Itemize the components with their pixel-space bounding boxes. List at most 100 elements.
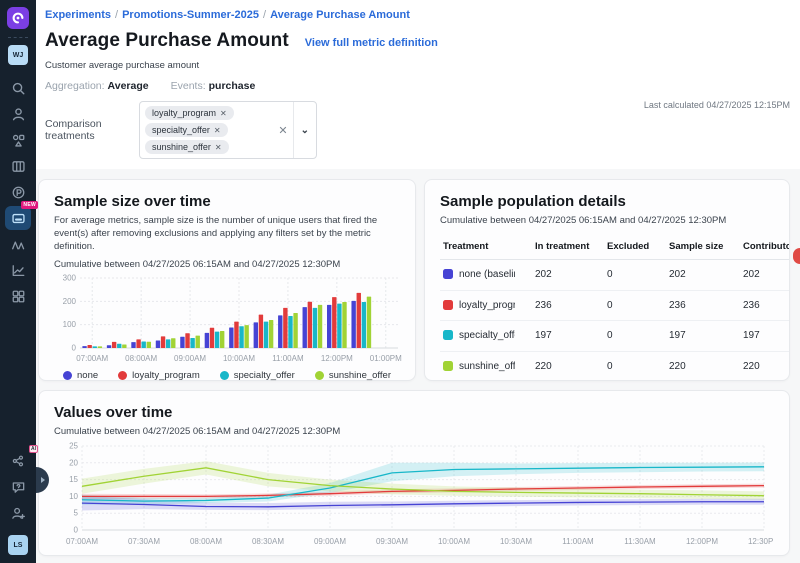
app-window: WJ NEW AI [0,0,800,563]
legend-dot [63,371,72,380]
new-badge: NEW [21,201,38,209]
events-value: purchase [209,80,256,92]
chip-remove-icon[interactable]: ✕ [215,143,222,152]
table-cell: 236 [740,290,790,321]
breadcrumb-separator: / [263,9,266,21]
content-area: Sample size over time For average metric… [36,169,800,563]
comparison-treatments-label: Comparison treatments [45,118,133,142]
table-cell: 0 [604,290,666,321]
breadcrumb: Experiments / Promotions-Summer-2025 / Avera… [45,9,790,21]
table-row: loyalty_program2360236236 [440,290,790,321]
table-cell: 0 [604,260,666,291]
table-cell: 220 [666,351,740,381]
legend-item: loyalty_program [118,370,200,381]
sample-size-title: Sample size over time [54,193,400,210]
table-row: none (baseline)2020202202 [440,260,790,291]
legend-label: loyalty_program [132,370,200,381]
treatment-chip[interactable]: sunshine_offer✕ [145,140,229,154]
legend-dot [315,371,324,380]
table-cell: 202 [740,260,790,291]
sample-size-cumulative: Cumulative between 04/27/2025 06:15AM an… [54,259,400,270]
bar-chart-legend: noneloyalty_programspecialty_offersunshi… [54,370,400,381]
support-chat-icon[interactable] [4,474,32,500]
svg-text:12:30PM: 12:30PM [748,537,774,546]
legend-item: none [63,370,98,381]
svg-text:08:00AM: 08:00AM [190,537,222,546]
svg-text:25: 25 [69,442,78,451]
table-header: In treatment [532,235,604,260]
svg-text:12:00PM: 12:00PM [686,537,718,546]
svg-text:11:00AM: 11:00AM [272,354,304,363]
user-avatar[interactable]: LS [8,535,28,555]
treatments-multiselect[interactable]: loyalty_program✕ specialty_offer✕ sunshine… [139,101,317,159]
svg-text:0: 0 [74,526,79,535]
treatment-chip[interactable]: specialty_offer✕ [145,123,228,137]
breadcrumb-item[interactable]: Average Purchase Amount [270,9,410,21]
workspace-avatar[interactable]: WJ [8,45,28,65]
svg-text:08:30AM: 08:30AM [252,537,284,546]
svg-text:10:00AM: 10:00AM [438,537,470,546]
table-cell: 0 [604,321,666,352]
table-header: Excluded [604,235,666,260]
clear-all-icon[interactable]: ✕ [273,102,292,158]
search-icon[interactable] [4,75,32,101]
svg-text:01:00PM: 01:00PM [370,354,402,363]
statsig-logo-icon[interactable] [7,7,29,29]
legend-item: specialty_offer [220,370,295,381]
svg-text:300: 300 [63,274,77,283]
table-cell: 197 [740,321,790,352]
treatment-chip[interactable]: loyalty_program✕ [145,106,234,120]
events-label: Events: [171,80,206,92]
svg-text:200: 200 [63,297,77,306]
aggregation-row: Aggregation:AverageEvents:purchase [45,80,790,92]
table-cell: 220 [532,351,604,381]
svg-text:10:30AM: 10:30AM [500,537,532,546]
experiments-icon[interactable] [4,231,32,257]
breadcrumb-item[interactable]: Experiments [45,9,111,21]
table-cell: 202 [532,260,604,291]
datasets-columns-icon[interactable] [4,153,32,179]
view-metric-definition-link[interactable]: View full metric definition [305,37,438,49]
treatment-name: loyalty_program [459,300,515,311]
treatment-color-swatch [443,330,453,340]
apps-grid-icon[interactable] [4,283,32,309]
svg-text:15: 15 [69,475,78,484]
table-cell: 236 [666,290,740,321]
svg-text:09:30AM: 09:30AM [376,537,408,546]
table-cell: 236 [532,290,604,321]
treatment-chips: loyalty_program✕ specialty_offer✕ sunshine… [140,102,273,158]
chevron-down-icon[interactable]: ⌄ [293,102,316,158]
invite-user-icon[interactable] [4,500,32,526]
table-header: Sample size [666,235,740,260]
feature-gates-icon[interactable] [4,127,32,153]
population-title: Sample population details [440,193,774,210]
svg-text:20: 20 [69,458,78,467]
chip-remove-icon[interactable]: ✕ [214,126,221,135]
svg-text:10: 10 [69,492,78,501]
metrics-chart-icon[interactable] [4,257,32,283]
sample-size-description: For average metrics, sample size is the … [54,215,390,253]
values-title: Values over time [54,404,774,421]
breadcrumb-item[interactable]: Promotions-Summer-2025 [122,9,259,21]
ai-assistant-icon[interactable]: AI [4,448,32,474]
svg-text:5: 5 [74,509,79,518]
svg-text:08:00AM: 08:00AM [125,354,157,363]
page-title: Average Purchase Amount [45,30,289,52]
users-icon[interactable] [4,101,32,127]
svg-text:100: 100 [63,321,77,330]
feedback-tab[interactable] [793,248,800,264]
population-cumulative: Cumulative between 04/27/2025 06:15AM an… [440,215,774,226]
page-header: Experiments / Promotions-Summer-2025 / Avera… [36,0,800,169]
treatment-name: sunshine_offer [459,361,515,372]
table-header: Contributors [740,235,790,260]
sidebar: WJ NEW AI [0,0,36,563]
sidebar-item-metrics-console-selected[interactable]: NEW [5,206,31,230]
chip-remove-icon[interactable]: ✕ [220,109,227,118]
sidebar-divider [8,37,28,38]
last-calculated-text: Last calculated 04/27/2025 12:15PM [644,100,790,110]
sample-size-card: Sample size over time For average metric… [38,179,416,381]
legend-dot [220,371,229,380]
breadcrumb-separator: / [115,9,118,21]
svg-text:10:00AM: 10:00AM [223,354,255,363]
table-row: sunshine_offer2200220220 [440,351,790,381]
